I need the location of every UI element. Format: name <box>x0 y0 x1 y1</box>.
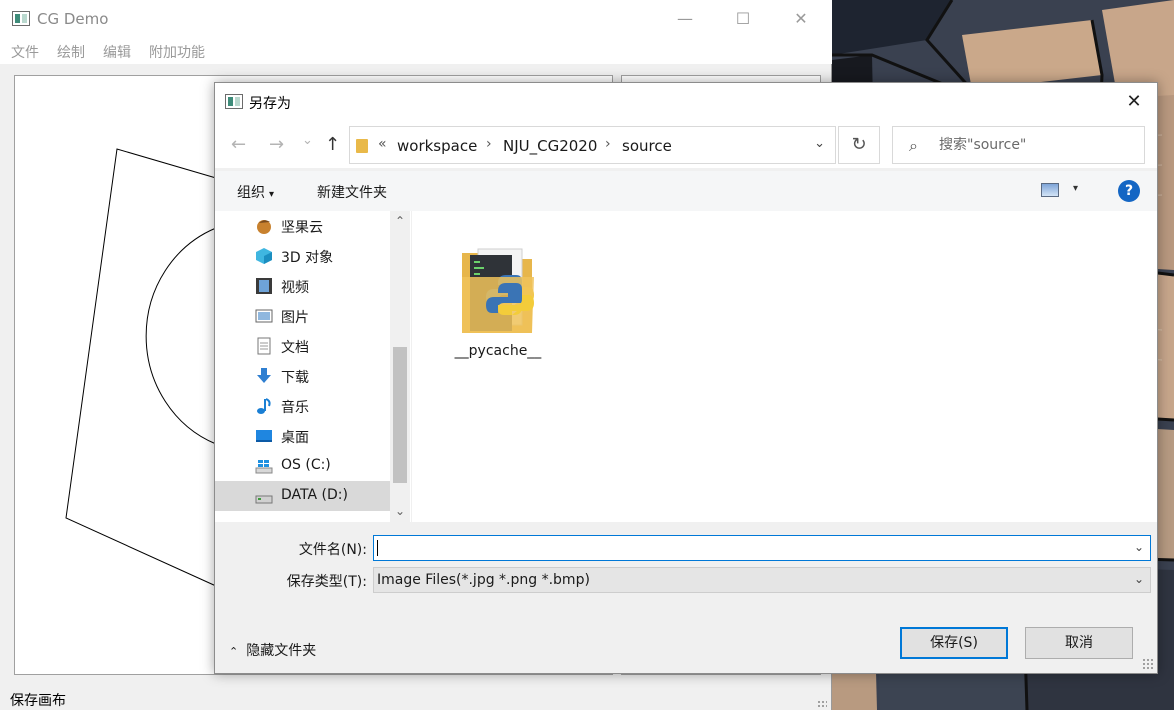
minimize-button[interactable]: — <box>662 4 708 34</box>
nav-item-pictures[interactable]: 图片 <box>215 301 390 331</box>
videos-icon <box>256 278 272 294</box>
windows-drive-icon <box>255 460 273 474</box>
documents-icon <box>257 337 271 355</box>
main-titlebar[interactable]: CG Demo — ☐ ✕ <box>0 0 832 38</box>
address-dropdown-icon[interactable]: ⌄ <box>814 136 825 151</box>
nav-item-label: 文档 <box>281 340 309 356</box>
nav-item-os-c[interactable]: OS (C:) <box>215 451 390 481</box>
resize-grip[interactable] <box>817 700 827 708</box>
new-folder-button[interactable]: 新建文件夹 <box>317 182 387 202</box>
maximize-button[interactable]: ☐ <box>720 4 766 34</box>
cancel-button[interactable]: 取消 <box>1025 627 1133 659</box>
organize-button[interactable]: 组织 ▾ <box>237 182 274 202</box>
nav-item-label: 视频 <box>281 280 309 296</box>
hide-folders-label: 隐藏文件夹 <box>246 643 317 659</box>
status-bar-text: 保存画布 <box>10 693 66 709</box>
text-caret <box>377 540 378 556</box>
breadcrumb-nju-cg2020[interactable]: NJU_CG2020 <box>503 137 597 155</box>
view-options-caret-icon[interactable]: ▾ <box>1073 183 1078 194</box>
organize-label: 组织 <box>237 185 265 201</box>
filename-label: 文件名(N): <box>298 542 367 558</box>
command-bar: 组织 ▾ 新建文件夹 ▾ ? <box>215 171 1157 211</box>
drive-icon <box>255 495 273 504</box>
filetype-dropdown-icon[interactable]: ⌄ <box>1134 572 1144 586</box>
nav-pane-scrollbar[interactable]: ⌃ ⌄ <box>390 211 410 522</box>
nav-item-label: 3D 对象 <box>281 250 334 266</box>
downloads-icon <box>257 368 271 383</box>
nav-item-label: 图片 <box>281 310 309 326</box>
nav-item-jianguoyun[interactable]: 坚果云 <box>215 211 390 241</box>
nav-item-label: 桌面 <box>281 430 309 446</box>
nav-item-desktop[interactable]: 桌面 <box>215 421 390 451</box>
filename-input[interactable] <box>377 538 1127 558</box>
save-button[interactable]: 保存(S) <box>900 627 1008 659</box>
back-button[interactable]: ← <box>231 134 246 155</box>
recent-locations-button[interactable]: ⌄ <box>302 133 313 148</box>
desktop-icon <box>256 430 272 442</box>
nav-item-label: 坚果云 <box>281 220 323 236</box>
nav-item-documents[interactable]: 文档 <box>215 331 390 361</box>
nav-item-3d-objects[interactable]: 3D 对象 <box>215 241 390 271</box>
forward-button[interactable]: → <box>269 134 284 155</box>
menu-draw[interactable]: 绘制 <box>57 42 85 62</box>
search-box[interactable]: ⌕ <box>892 126 1145 164</box>
nav-item-downloads[interactable]: 下载 <box>215 361 390 391</box>
filetype-label: 保存类型(T): <box>286 574 367 590</box>
nav-item-music[interactable]: 音乐 <box>215 391 390 421</box>
nav-item-videos[interactable]: 视频 <box>215 271 390 301</box>
address-bar[interactable]: « workspace › NJU_CG2020 › source ⌄ <box>349 126 836 164</box>
menu-extras[interactable]: 附加功能 <box>149 42 205 62</box>
nav-item-label: 下载 <box>281 370 309 386</box>
scroll-up-icon[interactable]: ⌃ <box>390 211 410 231</box>
navigation-pane: 坚果云 3D 对象 视频 图片 文档 下载 音乐 桌面 OS (C:) DATA… <box>215 211 411 522</box>
pictures-icon <box>255 309 273 323</box>
breadcrumb-separator-icon[interactable]: › <box>486 136 492 152</box>
python-folder-icon <box>462 248 534 333</box>
jianguoyun-icon <box>257 220 271 234</box>
dialog-close-button[interactable]: ✕ <box>1111 83 1157 120</box>
scroll-thumb[interactable] <box>393 347 407 483</box>
change-view-icon[interactable] <box>1041 183 1059 197</box>
nav-item-label: OS (C:) <box>281 457 331 473</box>
up-button[interactable]: ↑ <box>325 134 340 155</box>
caret-down-icon: ▾ <box>269 189 275 200</box>
3d-objects-icon <box>256 248 272 264</box>
filename-dropdown-icon[interactable]: ⌄ <box>1134 540 1144 554</box>
menu-bar: 文件 绘制 编辑 附加功能 <box>0 38 832 64</box>
chevron-up-icon: ⌃ <box>229 645 239 658</box>
help-icon[interactable]: ? <box>1118 180 1140 202</box>
breadcrumb-workspace[interactable]: workspace <box>397 137 477 155</box>
filetype-value: Image Files(*.jpg *.png *.bmp) <box>377 572 590 588</box>
navigation-bar: ← → ⌄ ↑ « workspace › NJU_CG2020 › sourc… <box>215 120 1157 168</box>
file-name-label: __pycache__ <box>454 343 542 359</box>
app-icon <box>12 11 30 26</box>
address-overflow-icon[interactable]: « <box>378 136 387 152</box>
breadcrumb-source[interactable]: source <box>622 137 672 155</box>
hide-folders-toggle[interactable]: ⌃ 隐藏文件夹 <box>229 640 316 660</box>
menu-file[interactable]: 文件 <box>11 42 39 62</box>
dialog-app-icon <box>225 94 243 109</box>
music-icon <box>257 398 271 414</box>
nav-item-data-d[interactable]: DATA (D:) <box>215 481 390 511</box>
dialog-resize-grip[interactable] <box>1142 658 1154 670</box>
main-window-title: CG Demo <box>37 10 109 28</box>
nav-item-label: 音乐 <box>281 400 309 416</box>
save-options-area: 文件名(N): ⌄ 保存类型(T): Image Files(*.jpg *.p… <box>215 522 1157 673</box>
dialog-title: 另存为 <box>249 96 291 112</box>
file-item-pycache[interactable]: __pycache__ <box>448 229 548 369</box>
search-icon: ⌕ <box>909 136 918 155</box>
filetype-select[interactable]: Image Files(*.jpg *.png *.bmp) ⌄ <box>373 567 1151 593</box>
refresh-button[interactable]: ↻ <box>838 126 880 164</box>
nav-item-label: DATA (D:) <box>281 487 348 503</box>
search-input[interactable] <box>939 134 1139 156</box>
file-list-view[interactable]: __pycache__ <box>412 211 1157 522</box>
menu-edit[interactable]: 编辑 <box>103 42 131 62</box>
save-as-dialog: 另存为 ✕ ← → ⌄ ↑ « workspace › NJU_CG2020 ›… <box>214 82 1158 674</box>
filename-field[interactable]: ⌄ <box>373 535 1151 561</box>
scroll-down-icon[interactable]: ⌄ <box>390 501 410 521</box>
close-button[interactable]: ✕ <box>778 4 824 34</box>
breadcrumb-separator-icon[interactable]: › <box>605 136 611 152</box>
folder-icon <box>356 139 368 153</box>
dialog-titlebar[interactable]: 另存为 ✕ <box>215 83 1157 120</box>
